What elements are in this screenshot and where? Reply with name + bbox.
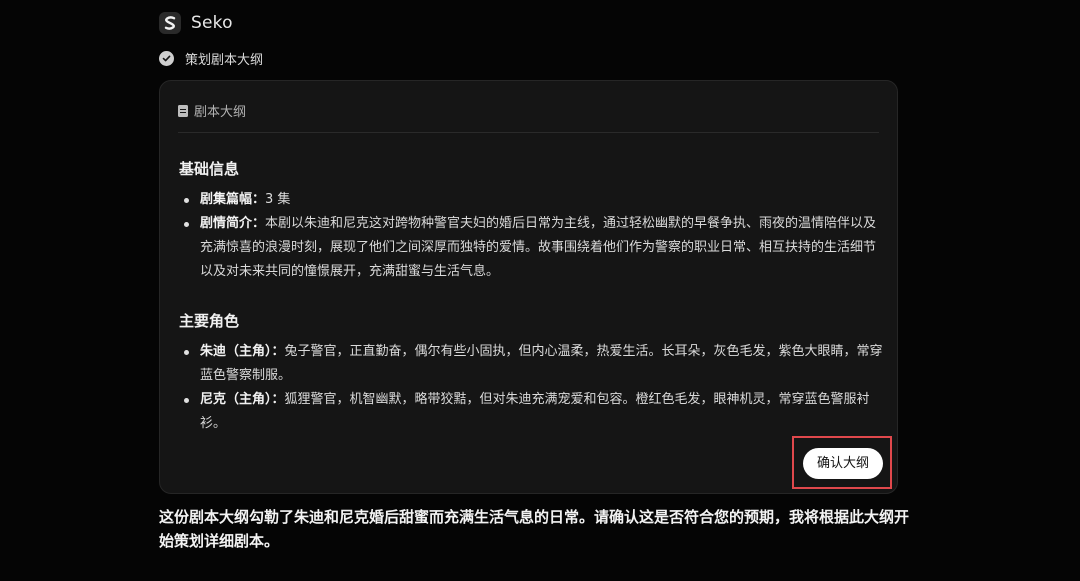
list-item: 剧情简介：本剧以朱迪和尼克这对跨物种警官夫妇的婚后日常为主线，通过轻松幽默的早餐… bbox=[179, 212, 884, 284]
confirm-outline-button[interactable]: 确认大纲 bbox=[803, 448, 883, 479]
chat-app: Seko 策划剧本大纲 剧本大纲 基础信息 剧集篇幅：3 集 剧情简介：本剧以朱… bbox=[0, 0, 1080, 581]
seko-logo-icon bbox=[159, 12, 181, 34]
main-characters-list: 朱迪（主角）：兔子警官，正直勤奋，偶尔有些小固执，但内心温柔，热爱生活。长耳朵，… bbox=[179, 340, 884, 436]
list-item: 朱迪（主角）：兔子警官，正直勤奋，偶尔有些小固执，但内心温柔，热爱生活。长耳朵，… bbox=[179, 340, 884, 388]
item-label: 剧情简介： bbox=[200, 216, 266, 231]
card-divider bbox=[178, 132, 879, 133]
step-status: 策划剧本大纲 bbox=[159, 49, 263, 68]
basic-info-list: 剧集篇幅：3 集 剧情简介：本剧以朱迪和尼克这对跨物种警官夫妇的婚后日常为主线，… bbox=[179, 188, 884, 284]
card-title: 剧本大纲 bbox=[194, 105, 247, 120]
item-label: 剧集篇幅： bbox=[200, 192, 266, 207]
check-circle-icon bbox=[159, 51, 174, 66]
item-text: 3 集 bbox=[265, 192, 291, 207]
assistant-message: 这份剧本大纲勾勒了朱迪和尼克婚后甜蜜而充满生活气息的日常。请确认这是否符合您的预… bbox=[159, 508, 910, 550]
item-text: 本剧以朱迪和尼克这对跨物种警官夫妇的婚后日常为主线，通过轻松幽默的早餐争执、雨夜… bbox=[200, 216, 877, 279]
step-label: 策划剧本大纲 bbox=[185, 53, 264, 68]
document-icon bbox=[178, 104, 188, 117]
section-title-basic-info: 基础信息 bbox=[179, 160, 240, 178]
outline-card: 剧本大纲 基础信息 剧集篇幅：3 集 剧情简介：本剧以朱迪和尼克这对跨物种警官夫… bbox=[159, 80, 898, 494]
item-label: 尼克（主角）： bbox=[200, 392, 285, 407]
item-label: 朱迪（主角）： bbox=[200, 344, 285, 359]
assistant-header: Seko bbox=[159, 12, 233, 34]
list-item: 剧集篇幅：3 集 bbox=[179, 188, 884, 212]
list-item: 尼克（主角）：狐狸警官，机智幽默，略带狡黠，但对朱迪充满宠爱和包容。橙红色毛发，… bbox=[179, 388, 884, 436]
item-text: 狐狸警官，机智幽默，略带狡黠，但对朱迪充满宠爱和包容。橙红色毛发，眼神机灵，常穿… bbox=[200, 392, 870, 431]
section-title-main-characters: 主要角色 bbox=[179, 312, 240, 330]
card-header: 剧本大纲 bbox=[178, 101, 246, 120]
app-name: Seko bbox=[191, 13, 233, 33]
item-text: 兔子警官，正直勤奋，偶尔有些小固执，但内心温柔，热爱生活。长耳朵，灰色毛发，紫色… bbox=[200, 344, 883, 383]
